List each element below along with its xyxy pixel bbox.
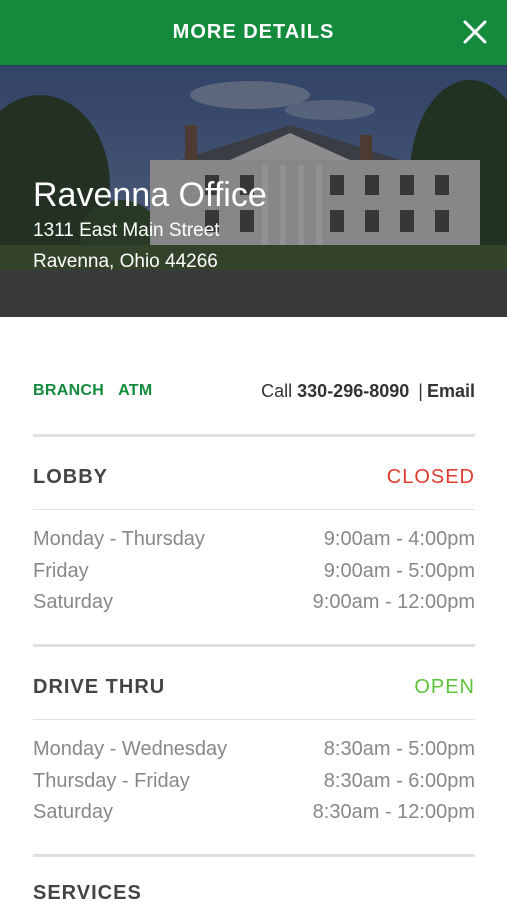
lobby-header: LOBBY CLOSED [33,463,475,491]
drive-thru-divider [33,719,475,720]
hours-days: Monday - Thursday [33,528,205,550]
hours-days: Saturday [33,801,114,823]
drive-thru-status-badge: OPEN [414,675,475,698]
email-link[interactable]: Email [427,381,475,401]
hours-row: Saturday 9:00am - 12:00pm [33,591,475,623]
hours-row: Monday - Wednesday 8:30am - 5:00pm [33,738,475,770]
drive-thru-hours: Monday - Wednesday 8:30am - 5:00pm Thurs… [33,738,475,833]
hours-days: Friday [33,559,89,582]
top-bar: MORE DETAILS [0,0,507,65]
section-divider [33,854,475,857]
office-info: Ravenna Office 1311 East Main Street Rav… [33,175,267,277]
section-divider [33,644,475,647]
links-row: BRANCH ATM Call 330-296-8090 | Email [33,379,475,403]
location-type-tabs: BRANCH ATM [33,382,153,400]
lobby-status-badge: CLOSED [386,465,475,488]
hours-time: 8:30am - 12:00pm [312,801,475,823]
hours-days: Thursday - Friday [33,769,190,792]
office-name: Ravenna Office [33,176,267,214]
phone-link[interactable]: 330-296-8090 [297,381,409,401]
atm-link[interactable]: ATM [118,382,152,400]
close-icon[interactable] [461,18,489,46]
lobby-title: LOBBY [33,465,108,488]
hours-row: Thursday - Friday 8:30am - 6:00pm [33,770,475,802]
hours-days: Monday - Wednesday [33,738,228,760]
lobby-hours: Monday - Thursday 9:00am - 4:00pm Friday… [33,528,475,623]
call-label: Call [261,380,293,401]
drive-thru-title: DRIVE THRU [33,675,166,698]
hours-row: Saturday 8:30am - 12:00pm [33,801,475,833]
branch-link[interactable]: BRANCH [33,382,104,400]
hours-time: 8:30am - 6:00pm [323,769,475,792]
hours-time: 9:00am - 12:00pm [312,591,475,613]
contact-separator: | [418,380,423,401]
hours-row: Friday 9:00am - 5:00pm [33,560,475,592]
hours-time: 9:00am - 5:00pm [323,559,475,582]
hours-time: 9:00am - 4:00pm [323,528,475,550]
section-divider [33,434,475,437]
hours-days: Saturday [33,591,114,613]
city-state-zip: Ravenna, Ohio 44266 [33,251,218,272]
street-address: 1311 East Main Street [33,220,220,241]
contact-links: Call 330-296-8090 | Email [261,381,475,402]
drive-thru-header: DRIVE THRU OPEN [33,673,475,701]
hours-row: Monday - Thursday 9:00am - 4:00pm [33,528,475,560]
lobby-divider [33,509,475,510]
hours-time: 8:30am - 5:00pm [323,738,475,760]
services-title: SERVICES [33,882,142,904]
page-title: MORE DETAILS [172,21,335,43]
office-photo: Ravenna Office 1311 East Main Street Rav… [0,65,507,317]
